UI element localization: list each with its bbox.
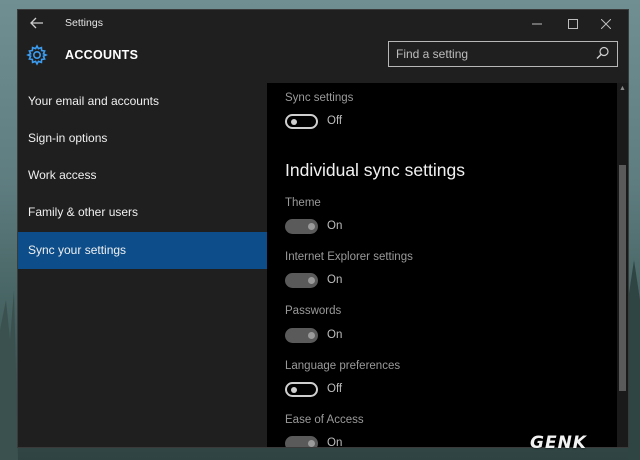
toggle-knob — [308, 440, 315, 447]
language-row: Off — [285, 382, 405, 400]
individual-sync-heading: Individual sync settings — [285, 160, 465, 180]
back-arrow-icon[interactable] — [30, 16, 48, 32]
toggle-knob — [291, 118, 297, 125]
page-header: ACCOUNTS — [18, 38, 628, 83]
theme-toggle[interactable] — [285, 219, 318, 234]
search-box[interactable] — [388, 41, 618, 67]
sidebar-item-work-access[interactable]: Work access — [18, 157, 267, 194]
language-label: Language preferences — [285, 360, 401, 372]
ie-settings-toggle[interactable] — [285, 273, 318, 288]
sync-settings-toggle[interactable] — [285, 114, 318, 129]
search-input[interactable] — [396, 45, 592, 63]
passwords-label: Passwords — [285, 305, 342, 317]
passwords-row: On — [285, 328, 405, 346]
toggle-knob — [308, 332, 315, 339]
theme-row: On — [285, 219, 405, 237]
sidebar-item-email-accounts[interactable]: Your email and accounts — [18, 83, 267, 120]
close-button[interactable] — [583, 10, 628, 38]
scrollbar-thumb[interactable] — [619, 165, 626, 391]
search-icon[interactable] — [596, 46, 612, 62]
window-title: Settings — [65, 17, 103, 29]
passwords-toggle[interactable] — [285, 328, 318, 343]
toggle-state: Off — [327, 383, 343, 395]
theme-label: Theme — [285, 197, 321, 209]
toggle-state: On — [327, 274, 343, 286]
toggle-knob — [291, 386, 297, 393]
ie-settings-row: On — [285, 273, 405, 291]
toggle-knob — [308, 223, 315, 230]
ease-of-access-toggle[interactable] — [285, 436, 318, 447]
ie-settings-label: Internet Explorer settings — [285, 251, 413, 263]
ease-of-access-row: On — [285, 436, 405, 447]
sync-settings-row: Off — [285, 114, 405, 132]
settings-window: Settings ACCOUNTS Your — [18, 10, 628, 447]
sidebar: Your email and accounts Sign-in options … — [18, 83, 267, 447]
section-title: ACCOUNTS — [65, 48, 139, 62]
gear-icon — [26, 44, 48, 66]
watermark-logo: GENK — [530, 433, 587, 453]
sidebar-item-sign-in-options[interactable]: Sign-in options — [18, 120, 267, 157]
scrollbar[interactable]: ▲ — [617, 83, 628, 447]
sidebar-item-family-users[interactable]: Family & other users — [18, 194, 267, 231]
toggle-state: On — [327, 437, 343, 447]
main-content: Sync settings Off Individual sync settin… — [267, 83, 628, 447]
ease-of-access-label: Ease of Access — [285, 414, 364, 426]
toggle-state: On — [327, 220, 343, 232]
sidebar-item-sync-settings[interactable]: Sync your settings — [18, 232, 267, 269]
sync-settings-label: Sync settings — [285, 92, 354, 104]
toggle-state: On — [327, 329, 343, 341]
title-bar: Settings — [18, 10, 628, 38]
toggle-state: Off — [327, 115, 343, 127]
toggle-knob — [308, 277, 315, 284]
scroll-up-icon[interactable]: ▲ — [617, 83, 628, 94]
language-toggle[interactable] — [285, 382, 318, 397]
